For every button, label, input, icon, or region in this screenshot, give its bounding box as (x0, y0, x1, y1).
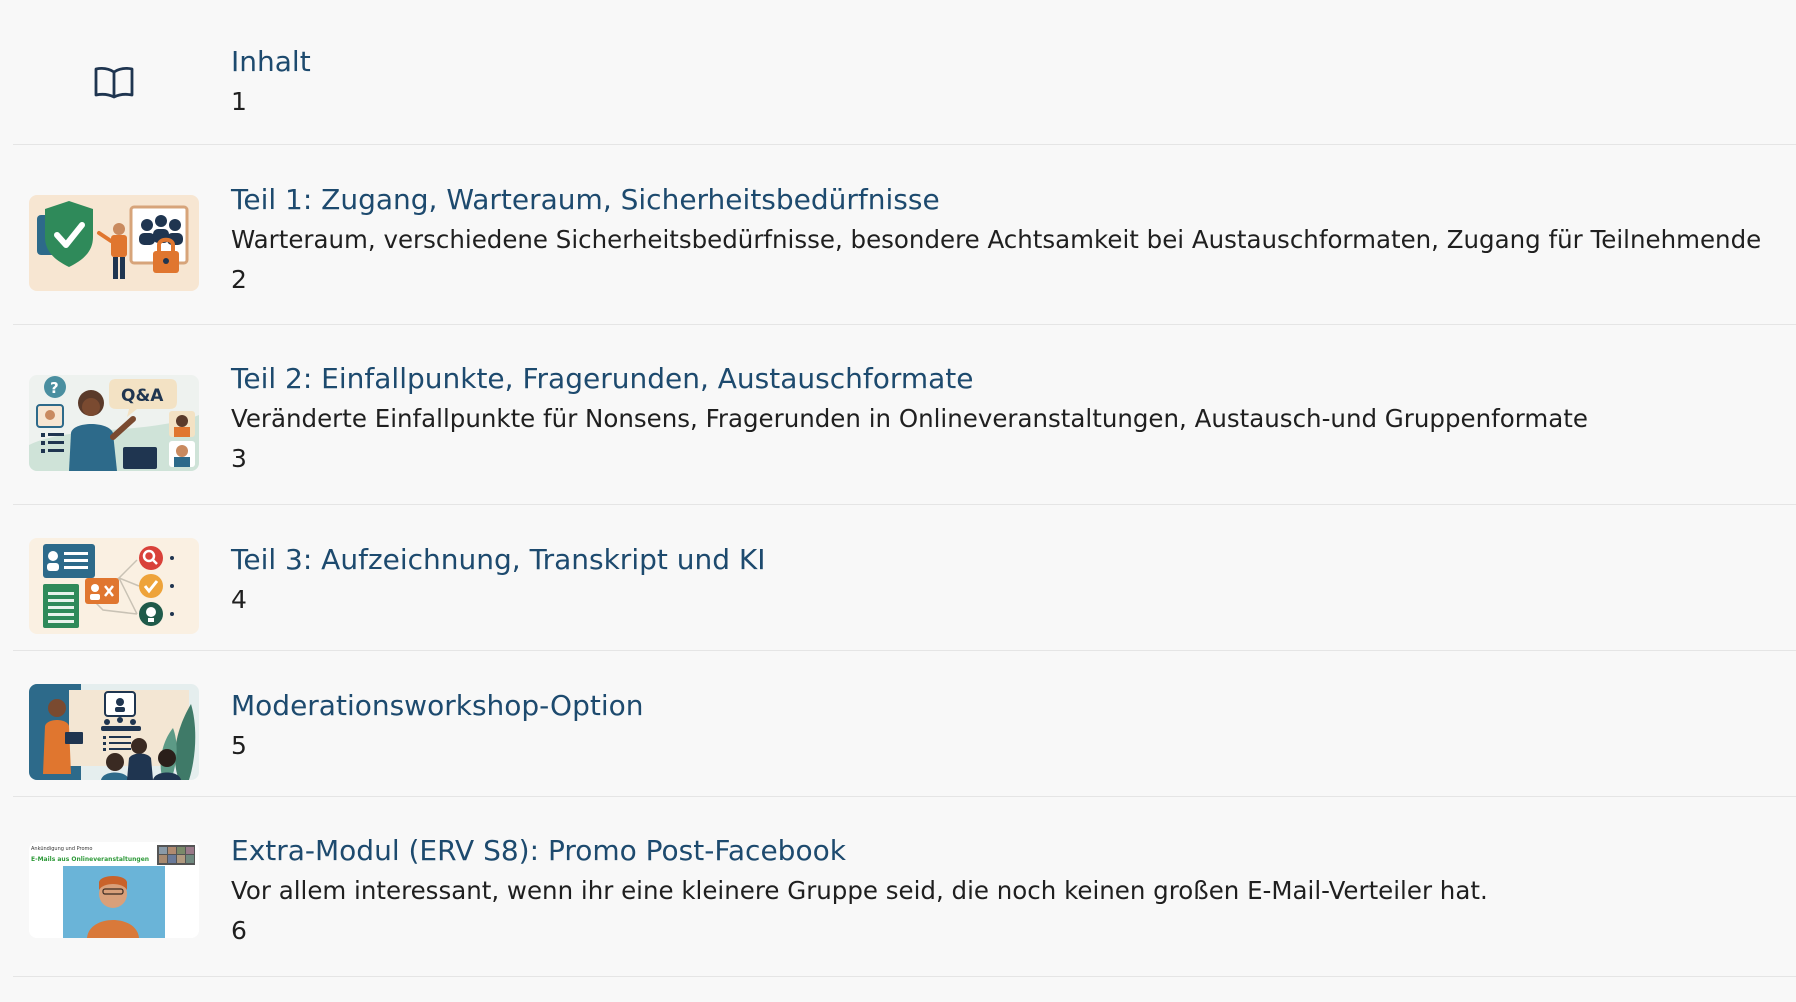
item-title[interactable]: Teil 2: Einfallpunkte, Fragerunden, Aust… (231, 361, 1776, 397)
svg-text:Q&A: Q&A (121, 386, 164, 406)
item-title[interactable]: Inhalt (231, 44, 1776, 80)
item-title[interactable]: Teil 3: Aufzeichnung, Transkript und KI (231, 542, 1776, 578)
list-item-teil-1[interactable]: Teil 1: Zugang, Warteraum, Sicherheitsbe… (13, 145, 1796, 325)
transcript-ai-illustration (29, 538, 199, 634)
thumbnail-caption-green: E-Mails aus Onlineveranstaltungen (31, 856, 149, 863)
item-number: 2 (231, 265, 247, 294)
item-title[interactable]: Teil 1: Zugang, Warteraum, Sicherheitsbe… (231, 182, 1776, 218)
item-description: Warteraum, verschiedene Sicherheitsbedür… (231, 225, 1762, 254)
item-title[interactable]: Extra-Modul (ERV S8): Promo Post-Faceboo… (231, 833, 1776, 869)
item-number: 3 (231, 444, 247, 473)
item-description: Veränderte Einfallpunkte für Nonsens, Fr… (231, 404, 1588, 433)
item-number: 6 (231, 916, 247, 945)
item-description: Vor allem interessant, wenn ihr eine kle… (231, 876, 1488, 905)
list-item-teil-3[interactable]: Teil 3: Aufzeichnung, Transkript und KI … (13, 505, 1796, 651)
list-item-moderationsworkshop[interactable]: Moderationsworkshop-Option 5 (13, 651, 1796, 797)
security-illustration (29, 195, 199, 291)
thumbnail-caption-small: Ankündigung und Promo (31, 846, 92, 852)
module-list: Inhalt 1 Teil 1: Zugang, Warteraum, Sich… (0, 0, 1796, 1002)
qa-illustration: ? Q&A (29, 375, 199, 471)
book-open-icon (93, 64, 135, 100)
item-number: 4 (231, 585, 247, 614)
video-slide-thumbnail: Ankündigung und Promo E-Mails aus Online… (29, 842, 199, 938)
list-item-inhalt[interactable]: Inhalt 1 (13, 0, 1796, 145)
list-item-teil-2[interactable]: ? Q&A Teil 2: Einfallpunkte, Fragerunden… (13, 325, 1796, 505)
item-title[interactable]: Moderationsworkshop-Option (231, 688, 1776, 724)
item-number: 1 (231, 87, 247, 116)
svg-text:?: ? (50, 379, 59, 397)
item-number: 5 (231, 731, 247, 760)
workshop-illustration (29, 684, 199, 780)
list-item-extra-modul[interactable]: Ankündigung und Promo E-Mails aus Online… (13, 797, 1796, 977)
